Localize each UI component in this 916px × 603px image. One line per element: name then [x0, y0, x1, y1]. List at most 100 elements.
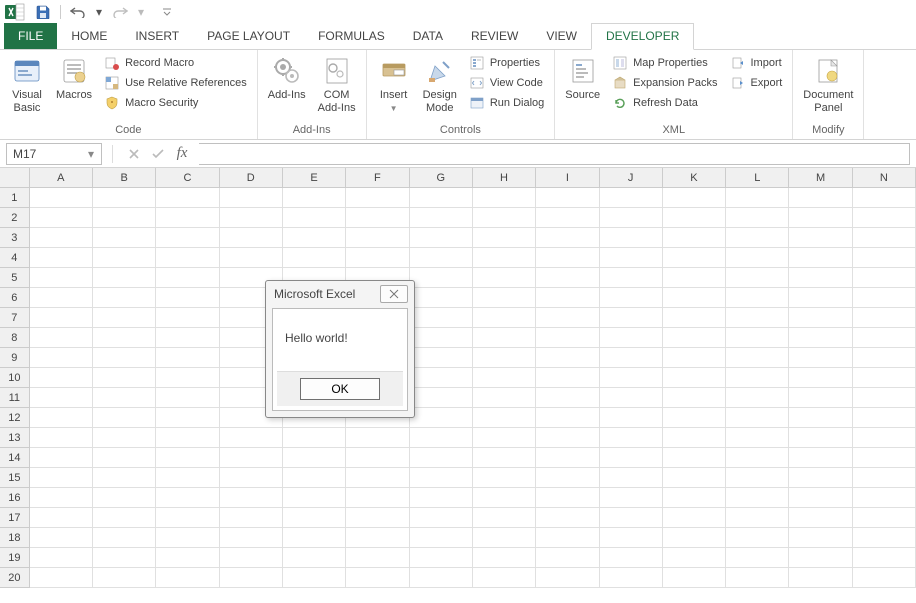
view-code-button[interactable]: View Code — [465, 74, 548, 92]
cell[interactable] — [663, 368, 726, 388]
cell[interactable] — [663, 448, 726, 468]
enter-formula-icon[interactable] — [147, 143, 169, 165]
cell[interactable] — [536, 388, 599, 408]
name-box[interactable]: M17 ▾ — [6, 143, 102, 165]
cell[interactable] — [93, 568, 156, 588]
cell[interactable] — [30, 508, 93, 528]
cell[interactable] — [600, 408, 663, 428]
document-panel-button[interactable]: Document Panel — [799, 52, 857, 115]
cell[interactable] — [30, 548, 93, 568]
cell[interactable] — [853, 508, 916, 528]
row-header[interactable]: 15 — [0, 468, 30, 488]
cell[interactable] — [346, 488, 409, 508]
cell[interactable] — [156, 188, 219, 208]
cell[interactable] — [853, 448, 916, 468]
cell[interactable] — [726, 188, 789, 208]
cell[interactable] — [346, 228, 409, 248]
com-addins-button[interactable]: COM Add-Ins — [314, 52, 360, 115]
cell[interactable] — [600, 268, 663, 288]
cell[interactable] — [283, 548, 346, 568]
cancel-formula-icon[interactable] — [123, 143, 145, 165]
cell[interactable] — [220, 188, 283, 208]
cell[interactable] — [30, 388, 93, 408]
cell[interactable] — [30, 528, 93, 548]
cell[interactable] — [93, 308, 156, 328]
cell[interactable] — [600, 228, 663, 248]
cell[interactable] — [473, 408, 536, 428]
cell[interactable] — [30, 448, 93, 468]
insert-function-icon[interactable]: fx — [171, 143, 193, 165]
cell[interactable] — [726, 228, 789, 248]
cell[interactable] — [283, 248, 346, 268]
column-header[interactable]: D — [220, 168, 283, 188]
cell[interactable] — [410, 348, 473, 368]
tab-review[interactable]: REVIEW — [457, 24, 532, 49]
cell[interactable] — [410, 508, 473, 528]
expansion-packs-button[interactable]: Expansion Packs — [608, 74, 721, 92]
cell[interactable] — [283, 488, 346, 508]
row-header[interactable]: 8 — [0, 328, 30, 348]
cell[interactable] — [726, 248, 789, 268]
map-properties-button[interactable]: Map Properties — [608, 54, 721, 72]
cell[interactable] — [663, 188, 726, 208]
cell[interactable] — [853, 488, 916, 508]
cell[interactable] — [283, 568, 346, 588]
cell[interactable] — [853, 228, 916, 248]
cell[interactable] — [789, 228, 852, 248]
cell[interactable] — [93, 248, 156, 268]
cell[interactable] — [156, 428, 219, 448]
cell[interactable] — [726, 388, 789, 408]
tab-file[interactable]: FILE — [4, 23, 57, 49]
cell[interactable] — [473, 368, 536, 388]
cell[interactable] — [410, 208, 473, 228]
cell[interactable] — [663, 428, 726, 448]
cell[interactable] — [30, 228, 93, 248]
cell[interactable] — [853, 368, 916, 388]
use-relative-references-button[interactable]: Use Relative References — [100, 74, 251, 92]
column-header[interactable]: I — [536, 168, 599, 188]
cell[interactable] — [346, 188, 409, 208]
cell[interactable] — [410, 248, 473, 268]
cell[interactable] — [726, 508, 789, 528]
cell[interactable] — [410, 448, 473, 468]
run-dialog-button[interactable]: Run Dialog — [465, 94, 548, 112]
cell[interactable] — [156, 548, 219, 568]
cell[interactable] — [473, 508, 536, 528]
cell[interactable] — [346, 248, 409, 268]
cell[interactable] — [663, 308, 726, 328]
row-header[interactable]: 10 — [0, 368, 30, 388]
cell[interactable] — [156, 488, 219, 508]
cell[interactable] — [93, 268, 156, 288]
cell[interactable] — [473, 308, 536, 328]
cell[interactable] — [853, 308, 916, 328]
cell[interactable] — [536, 488, 599, 508]
cell[interactable] — [410, 268, 473, 288]
column-header[interactable]: J — [600, 168, 663, 188]
cell[interactable] — [536, 188, 599, 208]
cell[interactable] — [30, 308, 93, 328]
cell[interactable] — [156, 248, 219, 268]
ok-button[interactable]: OK — [300, 378, 380, 400]
insert-controls-button[interactable]: Insert▼ — [373, 52, 415, 115]
cell[interactable] — [536, 408, 599, 428]
row-header[interactable]: 18 — [0, 528, 30, 548]
cell[interactable] — [156, 368, 219, 388]
cell[interactable] — [410, 528, 473, 548]
cell[interactable] — [156, 408, 219, 428]
cell[interactable] — [30, 428, 93, 448]
cell[interactable] — [600, 368, 663, 388]
cell[interactable] — [600, 348, 663, 368]
tab-view[interactable]: VIEW — [532, 24, 591, 49]
cell[interactable] — [663, 348, 726, 368]
cell[interactable] — [473, 468, 536, 488]
cell[interactable] — [600, 428, 663, 448]
cell[interactable] — [789, 208, 852, 228]
cell[interactable] — [283, 508, 346, 528]
column-header[interactable]: N — [853, 168, 916, 188]
cell[interactable] — [30, 368, 93, 388]
cell[interactable] — [283, 428, 346, 448]
row-header[interactable]: 1 — [0, 188, 30, 208]
cell[interactable] — [853, 388, 916, 408]
cell[interactable] — [853, 528, 916, 548]
cell[interactable] — [663, 228, 726, 248]
